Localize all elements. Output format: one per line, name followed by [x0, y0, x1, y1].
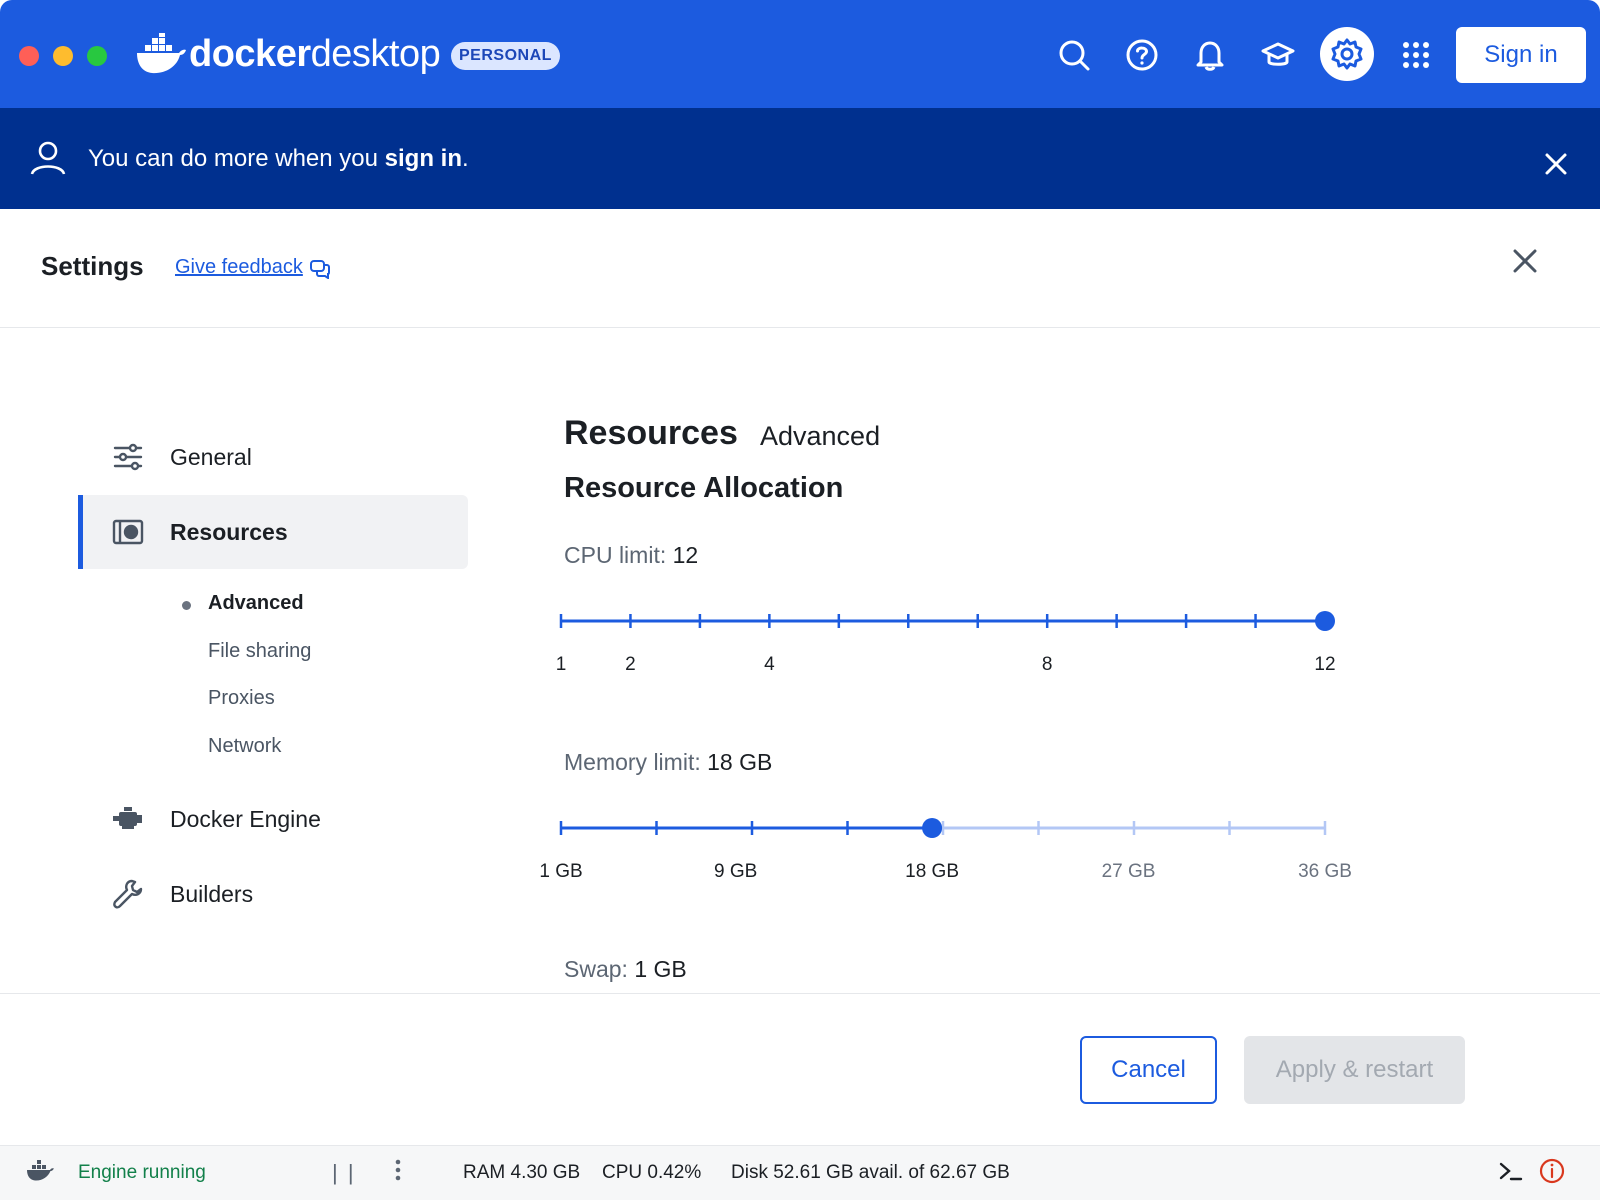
sign-in-banner: You can do more when you sign in.	[0, 108, 1600, 209]
search-button[interactable]	[1054, 35, 1094, 75]
apply-restart-button[interactable]: Apply & restart	[1244, 1036, 1465, 1104]
cpu-usage: CPU 0.42%	[602, 1162, 702, 1183]
wrench-icon	[113, 879, 143, 909]
sidebar-item-label: General	[170, 443, 252, 470]
give-feedback-link[interactable]: Give feedback	[175, 256, 331, 279]
engine-icon	[113, 807, 142, 829]
sidebar-item-label: Builders	[170, 880, 254, 907]
title-bar: dockerdesktop PERSONAL Sign in	[0, 0, 1600, 108]
search-icon	[1059, 40, 1090, 71]
zoom-window-button[interactable]	[87, 46, 107, 66]
notifications-button[interactable]	[1190, 35, 1230, 75]
sliders-icon	[113, 443, 143, 471]
settings-button[interactable]	[1320, 27, 1374, 81]
cpu-slider-tick-label: 2	[625, 654, 636, 675]
cpu-slider-tick-label: 12	[1314, 654, 1336, 675]
banner-close-icon[interactable]	[1542, 150, 1570, 178]
cpu-limit-slider[interactable]	[555, 608, 1335, 638]
sidebar-subitem-proxies[interactable]: Proxies	[208, 687, 275, 710]
learning-icon	[1261, 42, 1295, 66]
memory-slider-tick-label: 36 GB	[1298, 861, 1352, 882]
cpu-slider-tick-label: 1	[555, 654, 567, 675]
status-bar: Engine running | | RAM 4.30 GB CPU 0.42%…	[0, 1145, 1600, 1200]
cpu-limit-value: 12	[672, 542, 699, 568]
sidebar-item-general[interactable]: General	[78, 420, 468, 494]
sidebar-subitem-network[interactable]: Network	[208, 735, 281, 758]
footer-divider	[0, 993, 1600, 994]
advanced-subheading: Advanced	[760, 421, 881, 451]
gear-icon	[1331, 38, 1363, 70]
user-icon	[30, 141, 66, 175]
minimize-window-button[interactable]	[53, 46, 73, 66]
disk-usage: Disk 52.61 GB avail. of 62.67 GB	[731, 1162, 1010, 1183]
learning-center-button[interactable]	[1258, 35, 1298, 75]
sidebar-item-resources[interactable]: Resources	[78, 495, 468, 569]
banner-message: You can do more when you sign in.	[88, 145, 469, 172]
terminal-icon[interactable]	[1498, 1158, 1524, 1184]
feedback-chat-icon	[309, 259, 330, 279]
resources-icon	[112, 519, 144, 545]
engine-status: Engine running	[78, 1162, 206, 1183]
active-subitem-dot	[182, 601, 191, 610]
header-divider	[0, 327, 1600, 328]
cpu-slider-tick-label: 4	[764, 654, 775, 675]
resources-heading: Resources	[564, 414, 738, 452]
pause-engine-button[interactable]: | |	[332, 1160, 356, 1186]
memory-limit-slider[interactable]	[555, 815, 1335, 845]
sidebar-item-label: Docker Engine	[170, 805, 321, 832]
cpu-limit-label: CPU limit: 12	[564, 542, 699, 568]
swap-value: 1 GB	[634, 956, 687, 982]
give-feedback-label: Give feedback	[175, 256, 303, 278]
help-button[interactable]	[1122, 35, 1162, 75]
cpu-slider-tick-label: 8	[1041, 654, 1053, 675]
docker-whale-icon	[27, 1160, 54, 1181]
bell-icon	[1196, 41, 1224, 71]
brand-name: dockerdesktop	[189, 33, 441, 75]
help-icon	[1126, 39, 1158, 71]
memory-slider-tick-label: 9 GB	[713, 861, 758, 882]
sign-in-button[interactable]: Sign in	[1456, 27, 1586, 83]
sidebar-subitem-advanced[interactable]: Advanced	[208, 592, 304, 615]
settings-close-icon[interactable]	[1510, 246, 1540, 276]
docker-whale-icon	[137, 33, 186, 74]
cancel-button[interactable]: Cancel	[1080, 1036, 1217, 1104]
sidebar-item-builders[interactable]: Builders	[78, 857, 468, 931]
ram-usage: RAM 4.30 GB	[463, 1162, 581, 1183]
plan-badge: PERSONAL	[451, 42, 560, 70]
banner-sign-in-link[interactable]: sign in	[385, 145, 462, 172]
extensions-grid-button[interactable]	[1396, 35, 1436, 75]
sidebar-item-label: Resources	[170, 518, 288, 545]
settings-title: Settings	[41, 251, 144, 281]
swap-label: Swap: 1 GB	[564, 956, 687, 982]
memory-slider-tick-label: 27 GB	[1101, 861, 1156, 882]
apps-grid-icon	[1403, 42, 1429, 68]
cpu-slider-thumb[interactable]	[1315, 611, 1335, 631]
close-window-button[interactable]	[19, 46, 39, 66]
memory-limit-value: 18 GB	[707, 749, 773, 775]
sidebar-subitem-file-sharing[interactable]: File sharing	[208, 640, 311, 663]
memory-slider-tick-label: 18 GB	[905, 861, 960, 882]
docker-desktop-logo: dockerdesktop	[135, 33, 441, 75]
memory-slider-thumb[interactable]	[922, 818, 943, 838]
resource-allocation-title: Resource Allocation	[564, 472, 844, 504]
sidebar-item-docker-engine[interactable]: Docker Engine	[78, 782, 468, 856]
info-alert-icon[interactable]	[1538, 1157, 1566, 1185]
memory-slider-tick-label: 1 GB	[539, 861, 583, 882]
memory-limit-label: Memory limit: 18 GB	[564, 749, 773, 775]
more-options-icon[interactable]	[390, 1156, 406, 1184]
